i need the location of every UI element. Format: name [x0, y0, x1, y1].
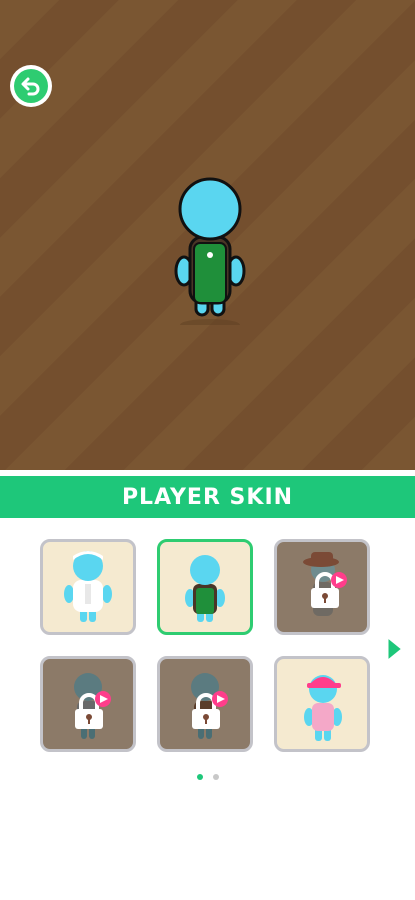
skin-slot-pink-cap[interactable] [274, 656, 370, 752]
page-dot-active[interactable] [196, 774, 203, 780]
skin-slot-brown-apron[interactable] [157, 656, 253, 752]
skin-slot-cowboy[interactable] [274, 539, 370, 635]
pink-cap-skin-icon [304, 675, 342, 741]
skin-slot-chef[interactable] [40, 539, 136, 635]
green-apron-skin-icon [185, 555, 225, 622]
back-arrow-icon [14, 69, 48, 103]
game-scene [0, 0, 415, 470]
chef-skin-icon [64, 551, 112, 622]
next-page-arrow-icon[interactable] [381, 630, 409, 668]
page-title: PLAYER SKIN [121, 484, 294, 510]
skin-slot-green-apron[interactable] [157, 539, 253, 635]
video-badge-icon [95, 691, 111, 707]
skin-slot-grey-shirt[interactable] [40, 656, 136, 752]
pagination-dots [0, 774, 415, 784]
title-bar: PLAYER SKIN [0, 476, 415, 518]
skin-grid [40, 539, 376, 759]
back-button[interactable] [10, 65, 52, 107]
page-dot[interactable] [212, 774, 219, 780]
player-character [174, 177, 246, 325]
video-badge-icon [331, 572, 347, 588]
video-badge-icon [212, 691, 228, 707]
